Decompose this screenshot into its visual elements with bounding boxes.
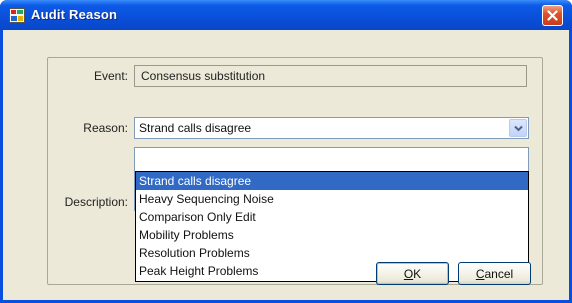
ok-mnemonic: O bbox=[403, 266, 414, 281]
close-button[interactable] bbox=[542, 5, 563, 26]
title-bar[interactable]: Audit Reason bbox=[0, 0, 572, 30]
dialog-client-area: Event: Consensus substitution Reason: St… bbox=[3, 30, 569, 300]
reason-selected-value: Strand calls disagree bbox=[139, 121, 252, 135]
event-field: Consensus substitution bbox=[134, 65, 527, 87]
event-label: Event: bbox=[93, 69, 128, 83]
chevron-down-icon bbox=[513, 125, 523, 131]
dropdown-option[interactable]: Mobility Problems bbox=[136, 226, 528, 244]
close-icon bbox=[547, 10, 558, 21]
reason-label: Reason: bbox=[83, 121, 128, 135]
cancel-button[interactable]: Cancel bbox=[458, 262, 531, 285]
app-icon bbox=[9, 8, 25, 23]
cancel-mnemonic: C bbox=[475, 266, 485, 281]
description-label: Description: bbox=[64, 195, 128, 209]
dialog-title: Audit Reason bbox=[31, 7, 118, 22]
dropdown-option[interactable]: Heavy Sequencing Noise bbox=[136, 190, 528, 208]
ok-label-rest: K bbox=[413, 266, 422, 281]
reason-combobox[interactable]: Strand calls disagree bbox=[134, 117, 529, 139]
dropdown-option[interactable]: Strand calls disagree bbox=[136, 172, 528, 190]
cancel-label-rest: ancel bbox=[484, 266, 514, 281]
dropdown-option[interactable]: Comparison Only Edit bbox=[136, 208, 528, 226]
reason-dropdown-button[interactable] bbox=[509, 119, 527, 137]
ok-button[interactable]: OK bbox=[376, 262, 449, 285]
dialog-window: Audit Reason Event: Consensus substituti… bbox=[0, 0, 572, 303]
dropdown-option[interactable]: Resolution Problems bbox=[136, 244, 528, 262]
